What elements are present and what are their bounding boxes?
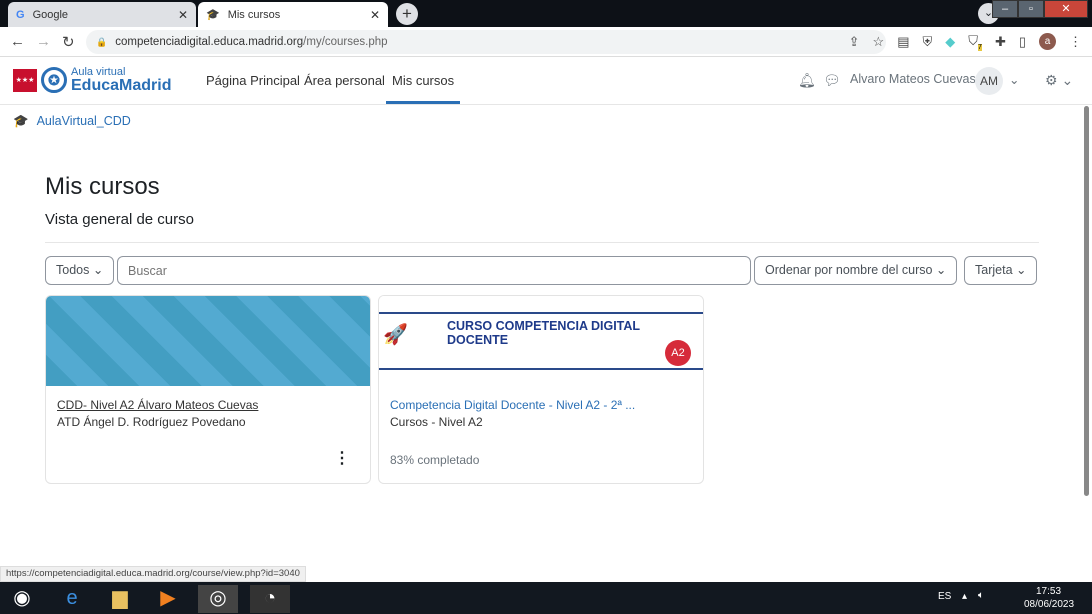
- extension-diamond-icon[interactable]: ◆: [945, 34, 955, 50]
- chat-icon[interactable]: 💬︎: [823, 72, 841, 89]
- google-icon: G: [16, 8, 25, 21]
- close-tab-icon[interactable]: ✕: [178, 8, 188, 22]
- site-navbar: ★★★ ✪ Aula virtual EducaMadrid Página Pr…: [0, 57, 1092, 105]
- extension-shield-icon[interactable]: ⛨: [923, 34, 933, 50]
- grouping-dropdown[interactable]: Todos ⌄: [45, 256, 115, 285]
- side-panel-icon[interactable]: ▯: [1019, 34, 1026, 50]
- view-dropdown[interactable]: Tarjeta ⌄: [964, 256, 1038, 285]
- user-name[interactable]: Alvaro Mateos Cuevas: [850, 72, 976, 86]
- divider: [45, 242, 1039, 243]
- rocket-icon: 🚀: [383, 324, 408, 346]
- maximize-button[interactable]: ▫: [1018, 0, 1044, 18]
- settings-gear-icon[interactable]: ⚙ ⌄: [1045, 72, 1073, 89]
- lock-icon: 🔒: [96, 36, 108, 47]
- back-icon[interactable]: ←: [10, 33, 25, 50]
- nav-pagina-principal[interactable]: Página Principal: [206, 73, 300, 88]
- search-input[interactable]: [117, 256, 751, 285]
- star-icon[interactable]: ☆: [873, 34, 885, 50]
- new-tab-button[interactable]: +: [396, 3, 418, 25]
- file-explorer-icon[interactable]: ▆: [100, 585, 140, 613]
- course-name-link[interactable]: Competencia Digital Docente - Nivel A2 -…: [390, 398, 635, 412]
- chevron-down-icon[interactable]: ⌄: [1009, 72, 1019, 87]
- obs-icon[interactable]: ◔: [250, 585, 290, 613]
- course-category: ATD Ángel D. Rodríguez Povedano: [57, 415, 246, 429]
- course-category: Cursos - Nivel A2: [390, 415, 483, 429]
- clock-time[interactable]: 17:53: [1036, 586, 1061, 597]
- course-card[interactable]: 🚀 CURSO COMPETENCIA DIGITAL DOCENTE A2 Com…: [378, 295, 704, 484]
- educamadrid-logo[interactable]: ✪: [41, 67, 67, 93]
- minimize-button[interactable]: –: [992, 0, 1018, 18]
- puzzle-icon[interactable]: ✚: [995, 34, 1006, 50]
- breadcrumb-link[interactable]: AulaVirtual_CDD: [37, 114, 131, 129]
- browser-toolbar: ← → ↻ 🔒 competenciadigital.educa.madrid.o…: [0, 27, 1092, 57]
- madrid-flag-logo[interactable]: ★★★: [13, 69, 37, 92]
- graduation-cap-icon: 🎓: [206, 9, 220, 21]
- window-close-button[interactable]: ✕: [1044, 0, 1088, 18]
- forward-icon[interactable]: →: [36, 33, 51, 50]
- course-card[interactable]: CDD- Nivel A2 Álvaro Mateos Cuevas ATD Á…: [45, 295, 371, 484]
- breadcrumb: 🎓 AulaVirtual_CDD: [13, 114, 131, 129]
- course-name-link[interactable]: CDD- Nivel A2 Álvaro Mateos Cuevas: [57, 398, 258, 412]
- nav-area-personal[interactable]: Área personal: [304, 73, 385, 88]
- more-actions-icon[interactable]: ⋮: [334, 448, 350, 468]
- page-subtitle: Vista general de curso: [45, 211, 194, 228]
- course-image[interactable]: 🚀 CURSO COMPETENCIA DIGITAL DOCENTE A2: [379, 296, 703, 386]
- clock-date[interactable]: 08/06/2023: [1024, 599, 1074, 610]
- browser-tab-bar: G Google ✕ 🎓 Mis cursos ✕ + ⌄ – ▫ ✕: [0, 0, 1092, 27]
- profile-avatar[interactable]: a: [1039, 33, 1056, 51]
- reload-icon[interactable]: ↻: [62, 33, 75, 51]
- address-bar[interactable]: 🔒 competenciadigital.educa.madrid.org/my/…: [86, 30, 886, 54]
- start-button-icon[interactable]: ◉: [2, 585, 42, 613]
- user-avatar[interactable]: AM: [975, 67, 1003, 95]
- course-image[interactable]: [46, 296, 370, 386]
- page-title: Mis cursos: [45, 173, 160, 200]
- internet-explorer-icon[interactable]: e: [52, 585, 92, 613]
- bell-icon[interactable]: 🔔︎: [798, 72, 816, 89]
- chrome-icon[interactable]: ◎: [198, 585, 238, 613]
- language-indicator[interactable]: ES: [938, 591, 951, 602]
- close-tab-icon[interactable]: ✕: [370, 8, 380, 22]
- menu-kebab-icon[interactable]: ⋮: [1069, 34, 1082, 50]
- volume-icon[interactable]: 🔈︎: [978, 590, 984, 601]
- tab-google[interactable]: G Google ✕: [8, 2, 196, 27]
- media-player-icon[interactable]: ▶: [148, 585, 188, 613]
- tray-arrow-icon[interactable]: ▴: [962, 591, 967, 602]
- nav-mis-cursos[interactable]: Mis cursos: [386, 73, 461, 104]
- tab-mis-cursos[interactable]: 🎓 Mis cursos ✕: [198, 2, 388, 27]
- extension-reader-icon[interactable]: ▤: [897, 34, 909, 50]
- graduation-cap-icon: 🎓: [13, 114, 29, 128]
- status-url: https://competenciadigital.educa.madrid.…: [0, 566, 306, 582]
- scrollbar[interactable]: [1084, 106, 1089, 496]
- course-progress: 83% completado: [390, 453, 480, 467]
- sort-dropdown[interactable]: Ordenar por nombre del curso ⌄: [754, 256, 958, 285]
- taskbar: ◉ e ▆ ▶ ◎ ◔ ES ▴ 🔈︎ 17:53 08/06/2023: [0, 582, 1092, 614]
- extension-badge-icon[interactable]: ⛉7: [968, 33, 982, 51]
- share-icon[interactable]: ⇪: [849, 34, 860, 50]
